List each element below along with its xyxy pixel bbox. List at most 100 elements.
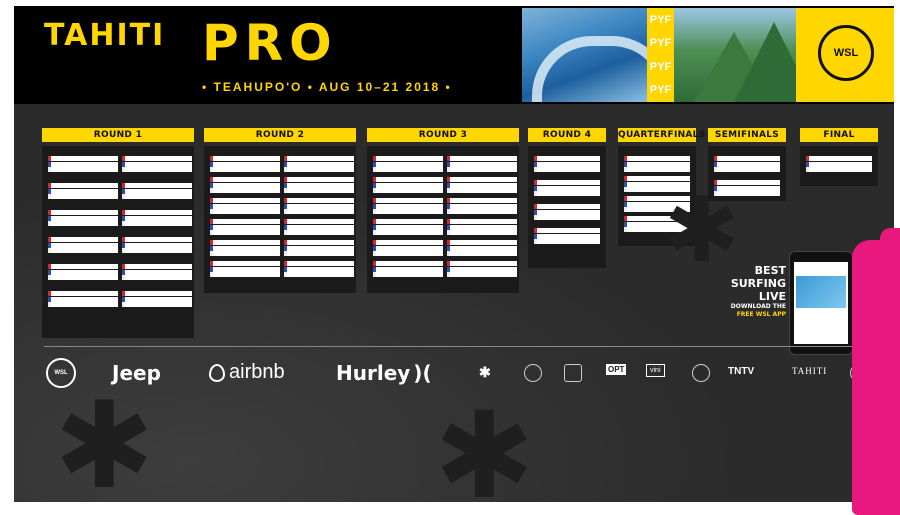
surfer-slot [210, 272, 280, 277]
surfer-slot [284, 182, 354, 188]
surfer-slot [48, 242, 118, 248]
surfer-slot [122, 269, 192, 275]
surfer-slot [534, 204, 600, 209]
surfer-slot [122, 210, 192, 215]
surfer-slot [447, 261, 517, 266]
round-header: QUARTERFINALS [618, 128, 706, 142]
promo-line: FREE WSL APP [736, 311, 786, 318]
heat-box [447, 151, 517, 172]
surfer-slot [806, 161, 872, 167]
heat-box [48, 205, 118, 226]
surfer-slot [373, 240, 443, 245]
pyf-label: PYF [649, 60, 672, 73]
palm-silhouette-icon: ✱ [434, 389, 535, 502]
surfer-slot [48, 215, 118, 221]
ijspf-logo-icon [564, 364, 582, 382]
surfer-slot [284, 261, 354, 266]
surfer-slot [210, 245, 280, 251]
heat-box [447, 256, 517, 277]
surfer-slot [534, 215, 600, 220]
vini-logo: vini [646, 364, 665, 377]
surfer-slot [714, 167, 780, 172]
surfer-slot [210, 161, 280, 167]
surfer-slot [48, 237, 118, 242]
surfer-slot [122, 237, 192, 242]
heat-box [447, 193, 517, 214]
surfer-slot [284, 266, 354, 272]
heat-box [284, 193, 354, 214]
surfer-slot [48, 302, 118, 307]
surfer-slot [122, 167, 192, 172]
heat-box [373, 172, 443, 193]
heat-box [210, 235, 280, 256]
surfer-slot [447, 177, 517, 182]
heat-box [284, 214, 354, 235]
round-panel [204, 146, 356, 293]
surfer-slot [210, 182, 280, 188]
round-header: SEMIFINALS [708, 128, 786, 142]
surfer-slot [284, 245, 354, 251]
round-panel [800, 146, 878, 186]
heat-box [373, 235, 443, 256]
surfer-slot [534, 180, 600, 185]
palm-silhouette-icon: ✱ [664, 181, 740, 281]
surfer-slot [373, 182, 443, 188]
surfer-slot [534, 167, 600, 172]
surfer-slot [534, 228, 600, 233]
heat-box [122, 178, 192, 199]
heat-box [534, 151, 600, 172]
surfer-slot [48, 183, 118, 188]
round-header: ROUND 2 [204, 128, 356, 142]
sponsor-round-icon [692, 364, 710, 382]
surfer-slot [534, 161, 600, 167]
sponsor-star-icon: ✱ [479, 364, 491, 380]
surfer-slot [122, 302, 192, 307]
surfer-slot [714, 156, 780, 161]
heat-box [284, 172, 354, 193]
surfer-slot [122, 242, 192, 248]
surfer-slot [48, 248, 118, 253]
surfer-slot [373, 156, 443, 161]
heat-box [122, 232, 192, 253]
surfer-slot [48, 156, 118, 161]
heat-box [806, 151, 872, 172]
surfer-slot [284, 240, 354, 245]
heat-box [373, 214, 443, 235]
surfer-slot [48, 296, 118, 302]
event-subtitle: • TEAHUPO'O • AUG 10–21 2018 • [202, 80, 452, 94]
surfer-slot [447, 182, 517, 188]
surfer-slot [284, 177, 354, 182]
promo-line: LIVE [758, 290, 786, 303]
palm-silhouette-icon: ✱ [54, 379, 155, 502]
surfer-slot [48, 291, 118, 296]
surfer-slot [122, 221, 192, 226]
surfer-slot [447, 156, 517, 161]
pyf-label: PYF [649, 13, 672, 26]
round-header: ROUND 1 [42, 128, 194, 142]
heat-box [48, 178, 118, 199]
heat-box [210, 193, 280, 214]
surfer-slot [122, 161, 192, 167]
surfer-slot [210, 261, 280, 266]
surfer-slot [447, 161, 517, 167]
surfer-slot [714, 161, 780, 167]
wsl-logo: WSL [818, 25, 874, 81]
surfer-slot [122, 194, 192, 199]
sponsor-divider [44, 346, 894, 347]
header-banner: TAHITI PRO • TEAHUPO'O • AUG 10–21 2018 … [14, 6, 894, 104]
surfer-slot [447, 240, 517, 245]
surfer-slot [373, 219, 443, 224]
heat-box [210, 256, 280, 277]
surfer-slot [122, 275, 192, 280]
tntv-logo: TNTV [728, 366, 755, 377]
surfer-slot [373, 266, 443, 272]
heat-box [373, 151, 443, 172]
surfer-slot [373, 198, 443, 203]
title-pro: PRO [202, 14, 338, 72]
surfer-slot [447, 203, 517, 209]
heat-box [122, 205, 192, 226]
pyf-label: PYF [649, 84, 672, 97]
surfer-slot [534, 191, 600, 196]
round-header: FINAL [800, 128, 878, 142]
heat-box [48, 259, 118, 280]
